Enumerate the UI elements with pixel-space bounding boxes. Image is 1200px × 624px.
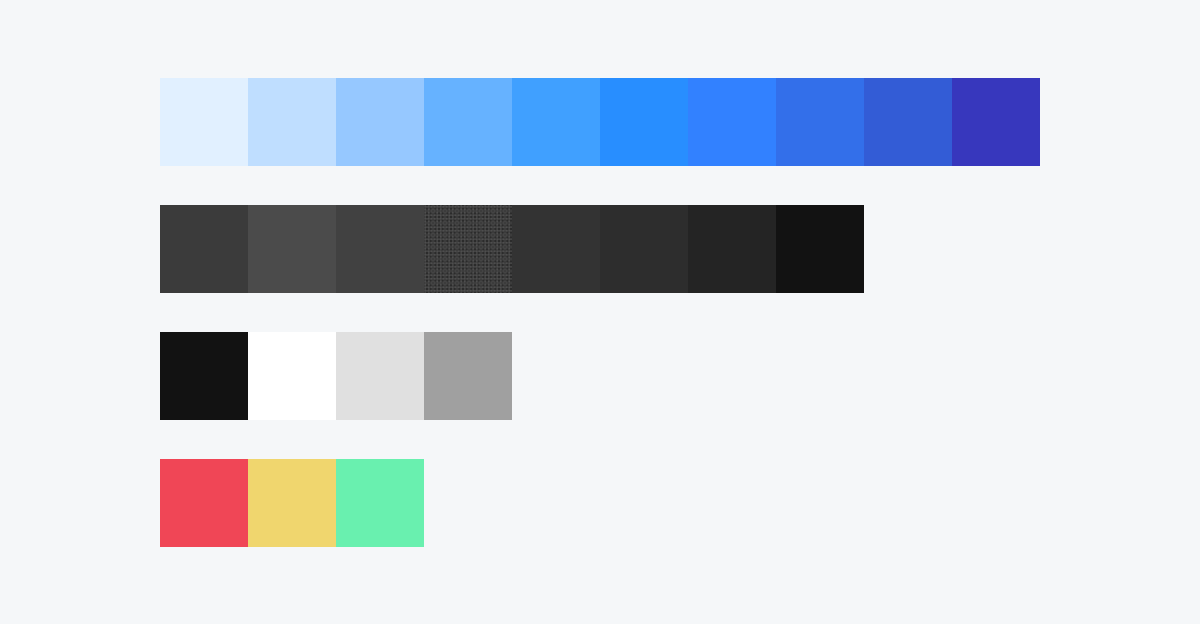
neutral-scale-swatch-4 [424,332,512,420]
blue-scale-row [160,78,1040,166]
color-palette [160,78,1040,547]
status-colors-row [160,459,1040,547]
dark-scale-swatch-7 [688,205,776,293]
neutral-scale-swatch-2 [248,332,336,420]
status-colors-swatch-2 [248,459,336,547]
blue-scale-swatch-9 [864,78,952,166]
status-colors-swatch-3 [336,459,424,547]
dark-scale-swatch-8 [776,205,864,293]
blue-scale-swatch-4 [424,78,512,166]
neutral-scale-swatch-1 [160,332,248,420]
dark-scale-swatch-5 [512,205,600,293]
blue-scale-swatch-6 [600,78,688,166]
blue-scale-swatch-2 [248,78,336,166]
blue-scale-swatch-10 [952,78,1040,166]
blue-scale-swatch-7 [688,78,776,166]
dark-scale-row [160,205,1040,293]
dark-scale-swatch-3 [336,205,424,293]
dark-scale-swatch-2 [248,205,336,293]
blue-scale-swatch-1 [160,78,248,166]
blue-scale-swatch-3 [336,78,424,166]
status-colors-swatch-1 [160,459,248,547]
dark-scale-swatch-1 [160,205,248,293]
blue-scale-swatch-5 [512,78,600,166]
neutral-scale-swatch-3 [336,332,424,420]
dark-scale-swatch-4 [424,205,512,293]
dark-scale-swatch-6 [600,205,688,293]
blue-scale-swatch-8 [776,78,864,166]
neutral-scale-row [160,332,1040,420]
